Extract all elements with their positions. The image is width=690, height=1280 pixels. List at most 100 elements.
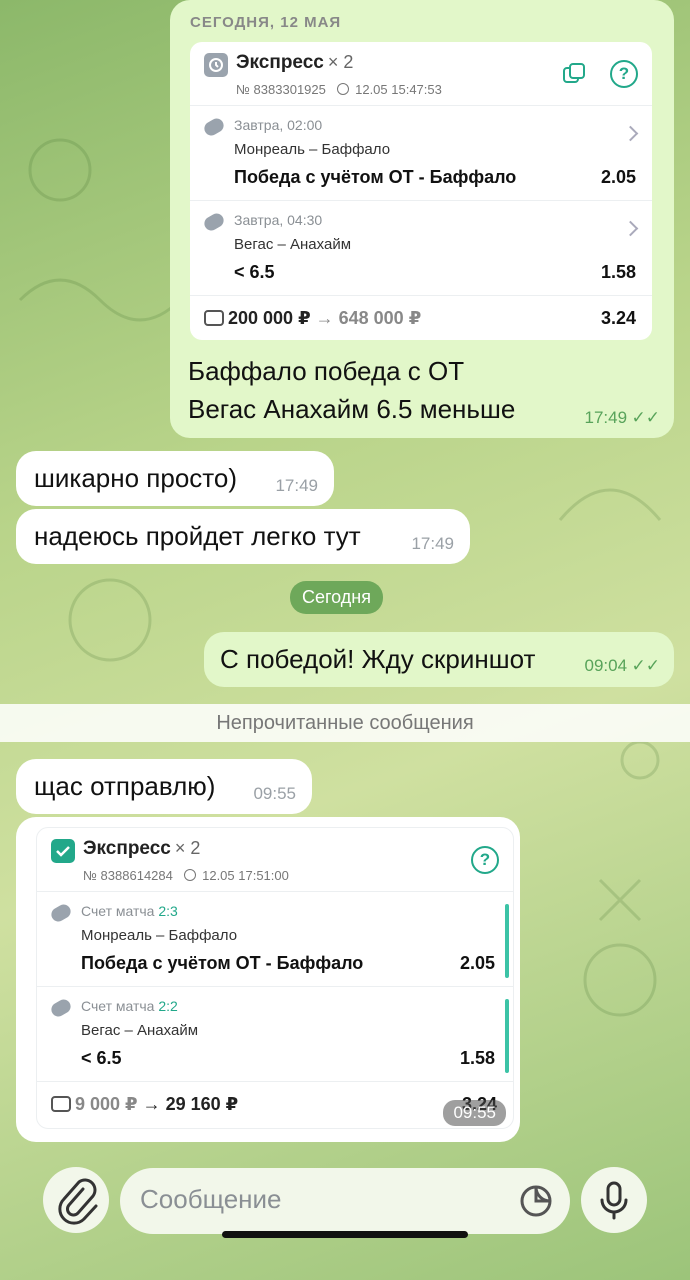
ticket-number: № 8388614284 xyxy=(83,868,173,883)
clock-small-icon xyxy=(337,83,350,95)
help-icon[interactable]: ? xyxy=(610,60,638,88)
ticket-title: Экспресс × 2 xyxy=(83,838,200,860)
home-indicator xyxy=(222,1231,468,1238)
leg-odds: 1.58 xyxy=(459,1048,495,1068)
ticket-type: Экспресс xyxy=(83,838,171,859)
ticket-multiplier: × 2 xyxy=(327,52,354,72)
ticket-type: Экспресс xyxy=(236,52,324,73)
ticket-datetime: 12.05 15:47:53 xyxy=(355,82,442,97)
win-amount: 29 160 ₽ xyxy=(165,1094,239,1114)
voice-button[interactable] xyxy=(581,1167,647,1233)
message-meta: 09:04 ✓✓ xyxy=(585,656,661,676)
leg-score: 2:3 xyxy=(158,903,178,919)
leg-odds: 2.05 xyxy=(600,167,636,187)
message-time: 09:55 xyxy=(253,784,296,803)
leg-status: Завтра, 02:00 xyxy=(234,117,323,133)
incoming-bet-message[interactable]: Экспресс × 2 № 8388614284 12.05 17:51:00 … xyxy=(16,817,520,1142)
date-separator: Сегодня xyxy=(290,581,383,614)
hockey-icon xyxy=(48,901,74,925)
help-icon[interactable]: ? xyxy=(471,846,499,874)
message-input[interactable]: Сообщение xyxy=(120,1168,570,1234)
message-time: 17:49 xyxy=(584,408,628,427)
message-input-placeholder: Сообщение xyxy=(140,1184,282,1214)
wallet-icon xyxy=(51,1096,71,1112)
clock-icon xyxy=(204,53,228,77)
leg-status: Завтра, 04:30 xyxy=(234,212,323,228)
attach-button[interactable] xyxy=(43,1167,109,1233)
arrow-right-icon: → xyxy=(315,308,339,328)
leg-teams: Монреаль – Баффало xyxy=(81,927,238,944)
bet-leg[interactable]: Счет матча 2:3 Монреаль – Баффало Победа… xyxy=(37,892,513,987)
incoming-message[interactable]: щас отправлю) 09:55 xyxy=(16,759,312,814)
stake-amount: 200 000 ₽ xyxy=(228,308,311,328)
chevron-right-icon xyxy=(622,220,639,237)
bet-leg[interactable]: Завтра, 02:00 Монреаль – Баффало Победа … xyxy=(190,106,652,201)
leg-market: < 6.5 xyxy=(81,1048,122,1068)
leg-teams: Монреаль – Баффало xyxy=(234,141,391,158)
message-time: 17:49 xyxy=(275,476,318,495)
hockey-icon xyxy=(201,210,227,234)
leg-status-label: Счет матча xyxy=(81,998,155,1014)
leg-score: 2:2 xyxy=(158,998,178,1014)
incoming-message[interactable]: шикарно просто) 17:49 xyxy=(16,451,334,506)
incoming-message[interactable]: надеюсь пройдет легко тут 17:49 xyxy=(16,509,470,564)
message-text: надеюсь пройдет легко тут xyxy=(34,521,361,551)
message-meta: 17:49 ✓✓ xyxy=(585,408,661,428)
win-indicator xyxy=(505,999,509,1073)
microphone-icon xyxy=(600,1181,628,1220)
ticket-datetime: 12.05 17:51:00 xyxy=(202,868,289,883)
stake-amount: 9 000 ₽ xyxy=(75,1094,138,1114)
copy-icon[interactable] xyxy=(562,62,586,86)
hockey-icon xyxy=(48,996,74,1020)
wallet-icon xyxy=(204,310,224,326)
ticket-amounts: 9 000 ₽ → 29 160 ₽ xyxy=(75,1094,238,1115)
ticket-meta: № 8388614284 12.05 17:51:00 xyxy=(83,868,289,883)
message-text: Баффало победа с ОТ Вегас Анахайм 6.5 ме… xyxy=(188,352,515,428)
hockey-icon xyxy=(201,115,227,139)
chevron-right-icon xyxy=(622,125,639,142)
leg-status: Счет матча 2:3 xyxy=(81,903,178,919)
ticket-header: Экспресс × 2 № 8383301925 12.05 15:47:53 … xyxy=(190,42,652,106)
bet-ticket-card[interactable]: Экспресс × 2 № 8383301925 12.05 15:47:53 … xyxy=(190,42,652,340)
ticket-number: № 8383301925 xyxy=(236,82,326,97)
day-header: СЕГОДНЯ, 12 МАЯ xyxy=(190,14,342,31)
leg-teams: Вегас – Анахайм xyxy=(81,1022,199,1039)
read-checks-icon: ✓✓ xyxy=(631,656,661,675)
message-time: 09:04 xyxy=(584,656,628,675)
ticket-footer: 9 000 ₽ → 29 160 ₽ 3.24 xyxy=(37,1082,513,1126)
ticket-footer: 200 000 ₽ → 648 000 ₽ 3.24 xyxy=(190,296,652,340)
leg-status-label: Счет матча xyxy=(81,903,155,919)
ticket-title: Экспресс × 2 xyxy=(236,52,353,74)
bet-leg[interactable]: Завтра, 04:30 Вегас – Анахайм < 6.5 1.58 xyxy=(190,201,652,296)
composer: Сообщение xyxy=(0,1150,690,1280)
win-amount: 648 000 ₽ xyxy=(338,308,422,328)
message-text: С победой! Жду скриншот xyxy=(220,644,536,674)
ticket-amounts: 200 000 ₽ → 648 000 ₽ xyxy=(228,308,421,329)
unread-messages-divider: Непрочитанные сообщения xyxy=(0,704,690,742)
leg-market: Победа с учётом ОТ - Баффало xyxy=(81,953,364,973)
leg-teams: Вегас – Анахайм xyxy=(234,236,352,253)
message-text: щас отправлю) xyxy=(34,771,216,801)
outgoing-message[interactable]: С победой! Жду скриншот 09:04 ✓✓ xyxy=(204,632,674,687)
clock-small-icon xyxy=(184,869,197,881)
bet-leg[interactable]: Счет матча 2:2 Вегас – Анахайм < 6.5 1.5… xyxy=(37,987,513,1082)
leg-market: Победа с учётом ОТ - Баффало xyxy=(234,167,517,187)
sticker-icon[interactable] xyxy=(518,1183,554,1219)
leg-market: < 6.5 xyxy=(234,262,275,282)
message-time: 09:55 xyxy=(453,1103,496,1122)
leg-odds: 2.05 xyxy=(459,953,495,973)
read-checks-icon: ✓✓ xyxy=(631,408,661,427)
win-indicator xyxy=(505,904,509,978)
message-text: шикарно просто) xyxy=(34,463,238,493)
message-time-overlay: 09:55 xyxy=(443,1100,506,1126)
total-odds: 3.24 xyxy=(600,308,636,328)
ticket-header: Экспресс × 2 № 8388614284 12.05 17:51:00 … xyxy=(37,828,513,892)
ticket-multiplier: × 2 xyxy=(174,838,201,858)
ticket-meta: № 8383301925 12.05 15:47:53 xyxy=(236,82,442,97)
bet-ticket-card[interactable]: Экспресс × 2 № 8388614284 12.05 17:51:00 … xyxy=(36,827,514,1129)
paperclip-icon xyxy=(58,1178,98,1225)
arrow-right-icon: → xyxy=(142,1094,166,1114)
outgoing-bet-message[interactable]: СЕГОДНЯ, 12 МАЯ Экспресс × 2 № 8383301925… xyxy=(170,0,674,438)
check-icon xyxy=(51,839,75,863)
leg-odds: 1.58 xyxy=(600,262,636,282)
